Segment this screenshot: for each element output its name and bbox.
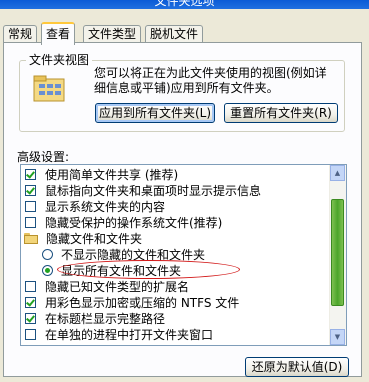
advanced-settings-label: 高级设置:: [17, 150, 70, 164]
folder-icon: [24, 232, 38, 244]
checkbox-checked[interactable]: [25, 296, 36, 308]
list-item[interactable]: 显示系统文件夹的内容: [21, 198, 165, 214]
list-item-label: 显示系统文件夹的内容: [45, 199, 166, 214]
folder-views-icon: [33, 75, 65, 102]
list-item[interactable]: 显示所有文件和文件夹: [42, 262, 181, 278]
checkbox-checked[interactable]: [25, 184, 36, 196]
advanced-settings-list: 使用简单文件共享 (推荐) 鼠标指向文件夹和桌面项时显示提示信息 显示系统文件夹…: [20, 164, 347, 346]
list-item[interactable]: 隐藏已知文件类型的扩展名: [21, 278, 189, 294]
radio-selected[interactable]: [42, 264, 53, 276]
list-item-label: 隐藏受保护的操作系统文件(推荐): [45, 215, 223, 230]
list-item[interactable]: 用彩色显示加密或压缩的 NTFS 文件: [21, 294, 239, 310]
scroll-up-icon[interactable]: ▲: [330, 165, 345, 181]
list-item-label: 在单独的进程中打开文件夹窗口: [45, 327, 214, 342]
checkbox-unchecked[interactable]: [25, 328, 36, 340]
list-item-label: 用彩色显示加密或压缩的 NTFS 文件: [45, 295, 240, 310]
tab-general[interactable]: 常规: [3, 25, 38, 43]
checkbox-checked[interactable]: [25, 312, 36, 324]
tab-view[interactable]: 查看: [41, 22, 76, 45]
list-item-label: 隐藏文件和文件夹: [46, 231, 143, 246]
list-item[interactable]: 隐藏受保护的操作系统文件(推荐): [21, 214, 222, 230]
checkbox-unchecked[interactable]: [25, 280, 36, 292]
list-item-label: 鼠标指向文件夹和桌面项时显示提示信息: [45, 183, 262, 198]
title-bar: 文件夹选项: [0, 0, 369, 9]
scroll-down-icon[interactable]: ▼: [330, 329, 345, 345]
list-item-label: 显示所有文件和文件夹: [61, 263, 182, 278]
folder-views-description: 您可以将正在为此文件夹使用的视图(例如详细信息或平铺)应用到所有文件夹。: [94, 66, 327, 95]
list-item-label: 隐藏已知文件类型的扩展名: [45, 279, 190, 294]
tab-offline-files[interactable]: 脱机文件: [145, 25, 204, 43]
apply-to-all-folders-button[interactable]: 应用到所有文件夹(L): [95, 103, 215, 123]
checkbox-unchecked[interactable]: [25, 200, 36, 212]
radio-unselected[interactable]: [42, 248, 53, 260]
window-title: 文件夹选项: [154, 0, 215, 8]
list-item-label: 使用简单文件共享 (推荐): [45, 167, 179, 182]
scroll-thumb[interactable]: [331, 199, 344, 306]
list-item[interactable]: 鼠标指向文件夹和桌面项时显示提示信息: [21, 182, 261, 198]
list-item-label: 在标题栏显示完整路径: [45, 311, 166, 326]
list-item[interactable]: 在单独的进程中打开文件夹窗口: [21, 326, 213, 342]
tab-file-types[interactable]: 文件类型: [83, 25, 142, 43]
reset-all-folders-button[interactable]: 重置所有文件夹(R): [224, 103, 338, 123]
folder-views-title: 文件夹视图: [26, 51, 93, 68]
list-item[interactable]: 不显示隐藏的文件和文件夹: [42, 246, 205, 262]
list-item[interactable]: 使用简单文件共享 (推荐): [21, 166, 178, 182]
list-item-label: 不显示隐藏的文件和文件夹: [61, 247, 206, 262]
list-item: 隐藏文件和文件夹: [21, 230, 142, 246]
checkbox-checked[interactable]: [25, 168, 36, 180]
checkbox-unchecked[interactable]: [25, 216, 36, 228]
vertical-scrollbar[interactable]: ▲ ▼: [329, 165, 346, 345]
restore-defaults-button[interactable]: 还原为默认值(D): [245, 357, 349, 377]
list-item[interactable]: 在标题栏显示完整路径: [21, 310, 165, 326]
